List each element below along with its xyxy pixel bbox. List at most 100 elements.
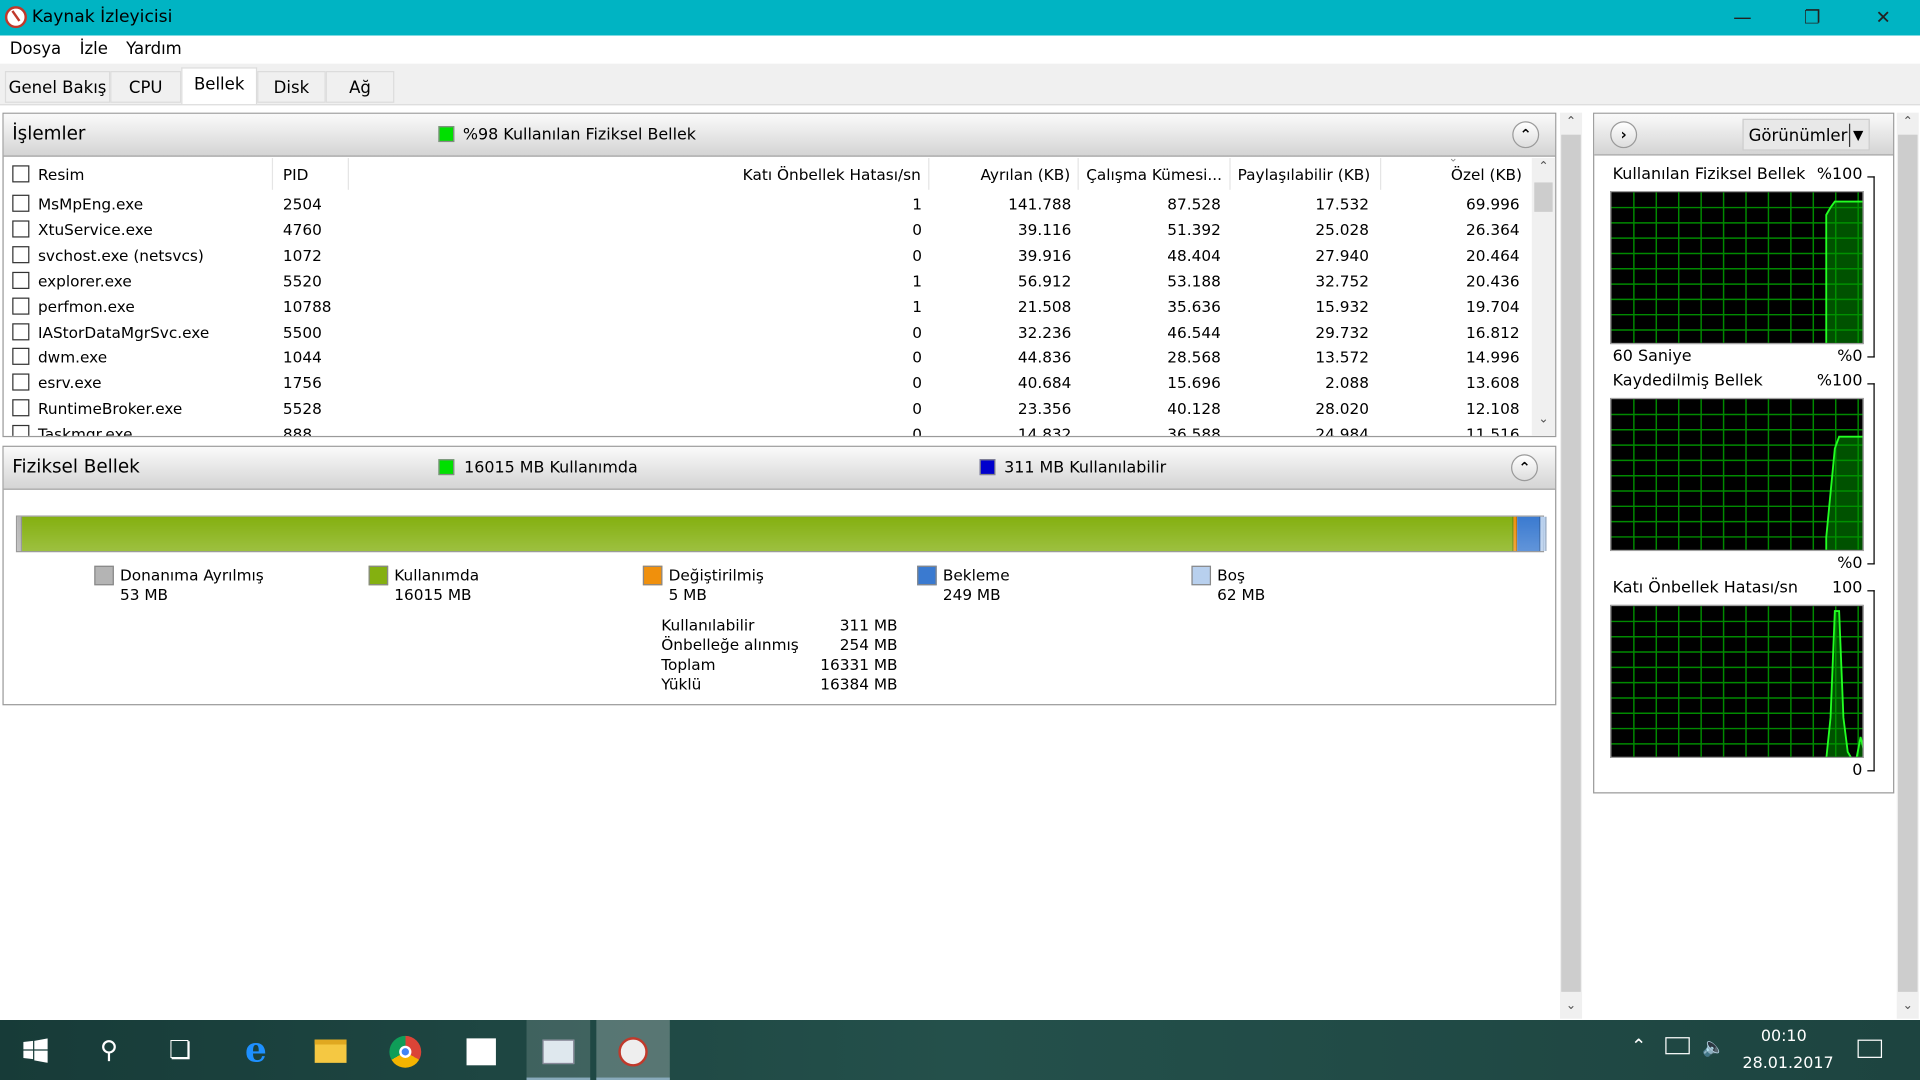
legend-value: 5 MB (668, 585, 707, 604)
search-icon[interactable]: ⚲ (73, 1020, 144, 1080)
views-dropdown[interactable]: Görünümler ▼ (1742, 118, 1870, 151)
cell-pid: 10788 (282, 297, 332, 316)
menu-dosya[interactable]: Dosya (10, 39, 61, 59)
tab-disk[interactable]: Disk (257, 71, 326, 103)
perfmon-icon[interactable] (526, 1020, 591, 1080)
cell-shareable: 15.932 (1315, 297, 1369, 316)
processes-title: İşlemler (12, 122, 86, 145)
side-scrollbar[interactable]: ⌃ ⌄ (1896, 112, 1919, 1019)
collapse-physical-memory-button[interactable]: ⌃ (1511, 454, 1538, 482)
scroll-thumb[interactable] (1561, 134, 1581, 992)
cell-image: IAStorDataMgrSvc.exe (37, 322, 210, 342)
row-checkbox[interactable] (12, 194, 30, 212)
cell-shareable: 25.028 (1315, 220, 1369, 239)
edge-icon[interactable]: e (220, 1020, 291, 1080)
table-row[interactable]: MsMpEng.exe 2504 1 141.788 87.528 17.532 69.99… (4, 192, 1531, 218)
table-row[interactable]: XtuService.exe 4760 0 39.116 51.392 25.028 26.… (4, 218, 1531, 244)
physical-memory-header[interactable]: Fiziksel Bellek 16015 MB Kullanımda 311 … (3, 446, 1556, 490)
menu-yardim[interactable]: Yardım (126, 39, 182, 59)
menu-bar: Dosya İzle Yardım (0, 35, 1920, 64)
memory-bar-segment (1517, 516, 1541, 552)
cell-working-set: 53.188 (1167, 271, 1221, 290)
scroll-thumb[interactable] (1897, 134, 1918, 992)
cell-pid: 5528 (282, 399, 322, 418)
chrome-icon[interactable] (370, 1020, 441, 1080)
file-explorer-icon[interactable] (295, 1020, 366, 1080)
tab-bellek[interactable]: Bellek (181, 67, 258, 105)
processes-scrollbar[interactable]: ⌃ ⌄ (1531, 157, 1556, 436)
tab-genel-bakis[interactable]: Genel Bakış (4, 71, 111, 103)
cell-working-set: 46.544 (1167, 322, 1221, 342)
minimize-button[interactable]: — (1714, 0, 1770, 36)
scroll-up-icon[interactable]: ⌃ (1897, 115, 1919, 128)
processes-status: %98 Kullanılan Fiziksel Bellek (462, 126, 697, 145)
table-row[interactable]: explorer.exe 5520 1 56.912 53.188 32.752 20.43… (4, 269, 1531, 295)
row-checkbox[interactable] (12, 425, 30, 436)
tab-ag[interactable]: Ağ (325, 71, 395, 103)
table-row[interactable]: Taskmgr.exe 888 0 14.832 36.588 24.984 11.516 (4, 423, 1531, 436)
row-checkbox[interactable] (12, 399, 30, 417)
table-row[interactable]: esrv.exe 1756 0 40.684 15.696 2.088 13.608 (4, 371, 1531, 397)
graph-min-label: %0 (1837, 554, 1863, 574)
task-view-icon[interactable]: ❏ (144, 1020, 215, 1080)
network-icon[interactable] (1665, 1037, 1690, 1055)
expand-panel-button[interactable]: › (1610, 121, 1638, 149)
cell-pid: 1756 (282, 373, 322, 393)
table-row[interactable]: RuntimeBroker.exe 5528 0 23.356 40.128 28.020… (4, 397, 1531, 423)
legend-label: Değiştirilmiş (668, 565, 764, 585)
volume-icon[interactable]: 🔈 (1702, 1036, 1725, 1058)
close-button[interactable]: ✕ (1855, 0, 1911, 36)
memory-legend: Donanıma Ayrılmış 53 MB Kullanımda 16015… (94, 564, 1539, 613)
action-center-icon[interactable] (1857, 1039, 1883, 1058)
row-checkbox[interactable] (12, 297, 30, 315)
row-checkbox[interactable] (12, 245, 30, 264)
scroll-down-icon[interactable]: ⌄ (1560, 999, 1582, 1012)
cell-image: esrv.exe (37, 373, 102, 393)
scroll-down-icon[interactable]: ⌄ (1897, 999, 1919, 1012)
processes-header[interactable]: İşlemler %98 Kullanılan Fiziksel Bellek … (3, 113, 1556, 157)
clock-date[interactable]: 28.01.2017 (1742, 1054, 1833, 1072)
row-checkbox[interactable] (12, 322, 30, 340)
column-hard-faults[interactable]: Katı Önbellek Hatası/sn (349, 157, 930, 190)
menu-izle[interactable]: İzle (80, 39, 108, 59)
legend-label: Donanıma Ayrılmış (120, 565, 264, 585)
clock-time[interactable]: 00:10 (1761, 1027, 1807, 1045)
tab-cpu[interactable]: CPU (110, 71, 182, 103)
graph-title: Kullanılan Fiziksel Bellek (1612, 165, 1806, 184)
graph-panel: › Görünümler ▼ Kullanılan Fiziksel Belle… (1593, 112, 1895, 794)
cell-private: 26.364 (1466, 220, 1520, 239)
row-checkbox[interactable] (12, 348, 30, 366)
summary-label: Toplam (661, 655, 716, 674)
cell-working-set: 40.128 (1167, 399, 1221, 418)
scroll-up-icon[interactable]: ⌃ (1560, 115, 1582, 128)
legend-swatch (1191, 565, 1212, 586)
column-working-set[interactable]: Çalışma Kümesi... (1079, 157, 1231, 190)
table-row[interactable]: IAStorDataMgrSvc.exe 5500 0 32.236 46.544 29.… (4, 320, 1531, 346)
graph-max-label: %100 (1816, 372, 1863, 391)
column-pid[interactable]: PID (273, 157, 349, 190)
main-scrollbar[interactable]: ⌃ ⌄ (1560, 112, 1583, 1019)
row-checkbox[interactable] (12, 373, 30, 391)
scroll-thumb[interactable] (1534, 182, 1553, 212)
column-shareable[interactable]: Paylaşılabilir (KB) (1231, 157, 1382, 190)
cell-pid: 5520 (282, 271, 322, 290)
start-button-windows-icon[interactable] (0, 1020, 71, 1080)
cell-commit: 39.116 (1017, 220, 1072, 239)
graph-title: Katı Önbellek Hatası/sn (1612, 579, 1798, 598)
table-row[interactable]: perfmon.exe 10788 1 21.508 35.636 15.932 19.70… (4, 295, 1531, 321)
row-checkbox[interactable] (12, 220, 30, 238)
resource-monitor-taskbar-icon[interactable] (596, 1020, 670, 1080)
table-row[interactable]: dwm.exe 1044 0 44.836 28.568 13.572 14.996 (4, 346, 1531, 372)
show-hidden-icons-icon[interactable]: ⌃ (1631, 1035, 1646, 1057)
row-checkbox[interactable] (12, 271, 30, 289)
legend-item: Boş 62 MB (1191, 564, 1436, 608)
column-resim[interactable]: Resim (4, 157, 274, 190)
cell-private: 14.996 (1466, 348, 1520, 367)
collapse-processes-button[interactable]: ⌃ (1512, 121, 1540, 149)
store-icon[interactable] (446, 1020, 517, 1080)
column-commit[interactable]: Ayrılan (KB) (929, 157, 1079, 190)
restore-button[interactable]: ❐ (1784, 0, 1840, 36)
scroll-up-icon[interactable]: ⌃ (1532, 160, 1555, 173)
table-row[interactable]: svchost.exe (netsvcs) 1072 0 39.916 48.404 27… (4, 243, 1531, 269)
scroll-down-icon[interactable]: ⌄ (1532, 413, 1555, 426)
